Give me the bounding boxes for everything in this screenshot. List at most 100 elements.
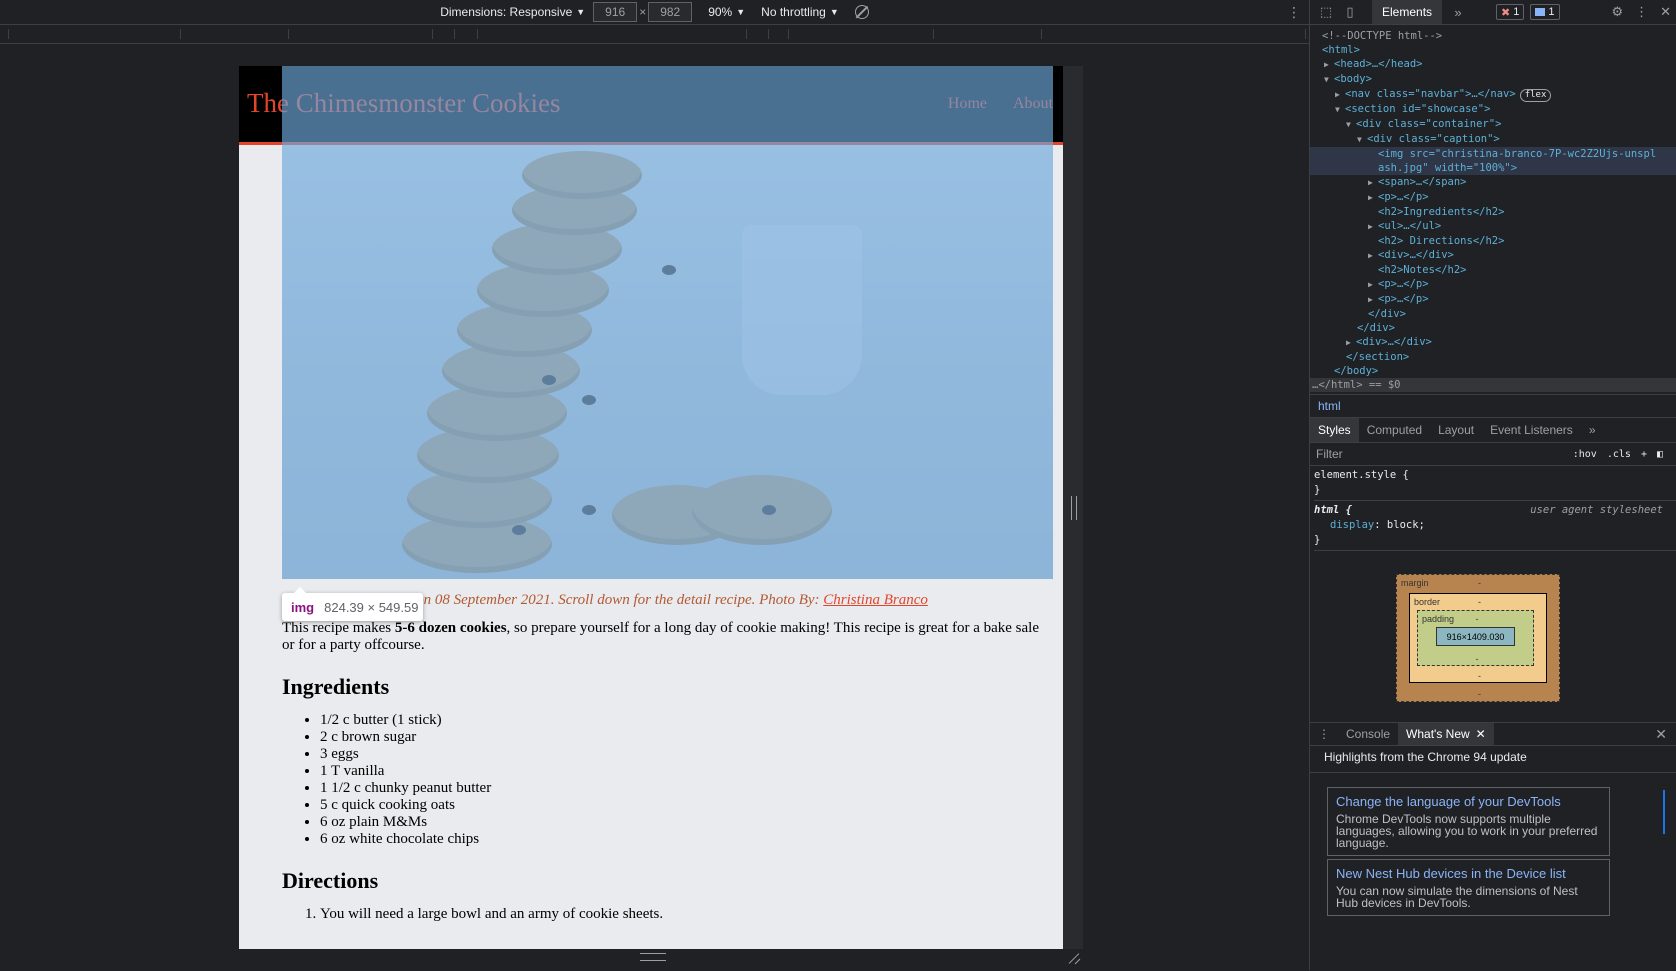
tab-event-listeners[interactable]: Event Listeners (1482, 418, 1581, 442)
nav-link-about[interactable]: About (1013, 95, 1053, 113)
dom-node[interactable]: <h2>Notes</h2> (1310, 263, 1676, 277)
chevron-down-icon: ▼ (576, 7, 586, 17)
card-title[interactable]: Change the language of your DevTools (1336, 794, 1601, 809)
message-badge[interactable]: 1 (1530, 4, 1560, 20)
box-model-diagram: margin - - border - - padding - - 916×14… (1396, 574, 1560, 702)
throttling-dropdown[interactable]: No throttling ▼ (761, 5, 839, 19)
bm-padding-bottom[interactable]: - (1476, 654, 1479, 664)
dom-node[interactable]: <h2> Directions</h2> (1310, 234, 1676, 248)
css-declaration[interactable]: display: block; (1314, 518, 1676, 533)
dom-node[interactable]: ▼ <body> (1310, 72, 1676, 87)
rotate-button[interactable] (854, 5, 869, 19)
devtools-panel: ⬚ ▯ Elements » ✖ 1 1 ⚙ ⋮ ✕ <!--DOCTYPE ht… (1309, 0, 1676, 970)
dimensions-label: Dimensions: Responsive (440, 5, 573, 19)
hov-button[interactable]: :hov (1573, 449, 1597, 460)
viewport-area: The Chimesmonster Cookies Home About des… (0, 44, 1309, 970)
whats-new-card[interactable]: Change the language of your DevTools Chr… (1327, 787, 1610, 856)
dom-node[interactable]: </body> (1310, 364, 1676, 378)
dom-node[interactable]: ▶ <span>…</span> (1310, 175, 1676, 190)
dom-node[interactable]: ▶ <nav class="navbar">…</nav> flex (1310, 87, 1676, 102)
dom-node[interactable]: ▶ <head>…</head> (1310, 57, 1676, 72)
dom-node[interactable]: <!--DOCTYPE html--> (1310, 29, 1676, 43)
inspect-element-icon[interactable]: ⬚ (1318, 4, 1334, 20)
dom-node[interactable]: <h2>Ingredients</h2> (1310, 205, 1676, 219)
bm-border-bottom[interactable]: - (1478, 671, 1481, 681)
add-rule-icon[interactable]: + (1641, 449, 1647, 460)
corner-resize-handle[interactable] (1068, 952, 1080, 964)
dom-node-selected[interactable]: <img src="christina-branco-7P-wc2Z2Ujs-u… (1310, 147, 1676, 161)
element-style-selector[interactable]: element.style { (1314, 468, 1676, 483)
rotate-icon (854, 5, 869, 19)
bm-border-top[interactable]: - (1478, 597, 1481, 607)
close-icon[interactable]: ✕ (1660, 4, 1671, 20)
dom-node[interactable]: ▼ <div class="caption"> (1310, 132, 1676, 147)
dom-node[interactable]: ▶ <p>…</p> (1310, 292, 1676, 307)
emulated-page: The Chimesmonster Cookies Home About des… (239, 66, 1063, 949)
breadcrumb-item[interactable]: html (1318, 399, 1341, 413)
dom-node[interactable]: ▼ <div class="container"> (1310, 117, 1676, 132)
tab-styles[interactable]: Styles (1310, 418, 1359, 442)
tab-layout[interactable]: Layout (1430, 418, 1482, 442)
dom-node[interactable]: ▶ <p>…</p> (1310, 277, 1676, 292)
more-options-icon[interactable]: ⋮ (1287, 4, 1301, 21)
more-options-icon[interactable]: ⋮ (1635, 4, 1648, 20)
cls-button[interactable]: .cls (1607, 449, 1631, 460)
error-badge[interactable]: ✖ 1 (1496, 4, 1525, 20)
styles-subtabs: Styles Computed Layout Event Listeners » (1310, 418, 1676, 443)
site-brand[interactable]: The Chimesmonster Cookies (247, 88, 560, 119)
width-input[interactable]: 916 (593, 2, 638, 22)
card-desc: Chrome DevTools now supports multiple la… (1336, 812, 1598, 850)
dom-node[interactable]: ▶ <ul>…</ul> (1310, 219, 1676, 234)
more-tabs-icon[interactable]: » (1581, 418, 1604, 442)
times-icon: × (639, 5, 647, 19)
styles-filter-row: Filter :hov .cls + ◧ (1310, 443, 1676, 466)
dom-node[interactable]: <html> (1310, 43, 1676, 57)
dimensions-dropdown[interactable]: Dimensions: Responsive ▼ (440, 5, 585, 19)
right-resize-handle[interactable] (1071, 496, 1077, 520)
bottom-resize-handle[interactable] (640, 953, 666, 961)
tab-whats-new[interactable]: What's New ✕ (1398, 723, 1494, 745)
close-icon[interactable]: ✕ (1476, 727, 1486, 741)
zoom-dropdown[interactable]: 90% ▼ (708, 5, 745, 19)
height-input[interactable]: 982 (648, 2, 693, 22)
devtools-tabbar: ⬚ ▯ Elements » ✖ 1 1 ⚙ ⋮ ✕ (1310, 0, 1676, 25)
whats-new-card[interactable]: New Nest Hub devices in the Device list … (1327, 859, 1610, 916)
tab-computed[interactable]: Computed (1359, 418, 1430, 442)
dom-node[interactable]: ▼ <section id="showcase"> (1310, 102, 1676, 117)
card-title[interactable]: New Nest Hub devices in the Device list (1336, 866, 1601, 881)
nav-link-home[interactable]: Home (948, 95, 987, 113)
close-drawer-icon[interactable]: ✕ (1655, 726, 1667, 743)
cookie-photo (282, 145, 1053, 579)
dom-node[interactable]: ▶ <div>…</div> (1310, 248, 1676, 263)
drawer-menu-icon[interactable]: ⋮ (1310, 723, 1338, 745)
more-tabs-icon[interactable]: » (1450, 4, 1466, 20)
bm-margin-top[interactable]: - (1478, 578, 1481, 588)
dom-node[interactable]: ▶ <div>…</div> (1310, 335, 1676, 350)
dom-node[interactable]: </section> (1310, 350, 1676, 364)
device-toolbar-icon[interactable]: ▯ (1342, 4, 1358, 20)
bm-padding-label: padding (1422, 614, 1455, 624)
gear-icon[interactable]: ⚙ (1611, 4, 1623, 20)
bm-padding-top[interactable]: - (1476, 614, 1479, 624)
dom-node-selected-cont[interactable]: ash.jpg" width="100%"> (1310, 161, 1676, 175)
tab-console[interactable]: Console (1338, 723, 1398, 745)
styles-filter-input[interactable]: Filter (1316, 447, 1343, 461)
bm-margin-bottom[interactable]: - (1478, 689, 1481, 699)
photographer-link[interactable]: Christina Branco (823, 592, 928, 608)
zoom-label: 90% (708, 5, 733, 19)
tab-whats-new-label: What's New (1406, 727, 1470, 741)
dom-node[interactable]: </div> (1310, 307, 1676, 321)
chevron-down-icon: ▼ (829, 7, 839, 17)
flex-badge[interactable]: flex (1519, 89, 1552, 102)
tab-elements[interactable]: Elements (1372, 0, 1443, 24)
message-icon (1535, 8, 1546, 16)
scrollbar-thumb[interactable] (1663, 790, 1665, 834)
dom-node[interactable]: …</html> == $0 (1310, 378, 1676, 392)
milk-glass-shape (742, 225, 862, 395)
media-query-ruler (0, 25, 1309, 44)
bm-content[interactable]: 916×1409.030 (1436, 627, 1515, 646)
dom-node[interactable]: </div> (1310, 321, 1676, 335)
intro-pre: This recipe makes (282, 620, 395, 636)
sidebar-toggle-icon[interactable]: ◧ (1657, 449, 1663, 460)
dom-node[interactable]: ▶ <p>…</p> (1310, 190, 1676, 205)
